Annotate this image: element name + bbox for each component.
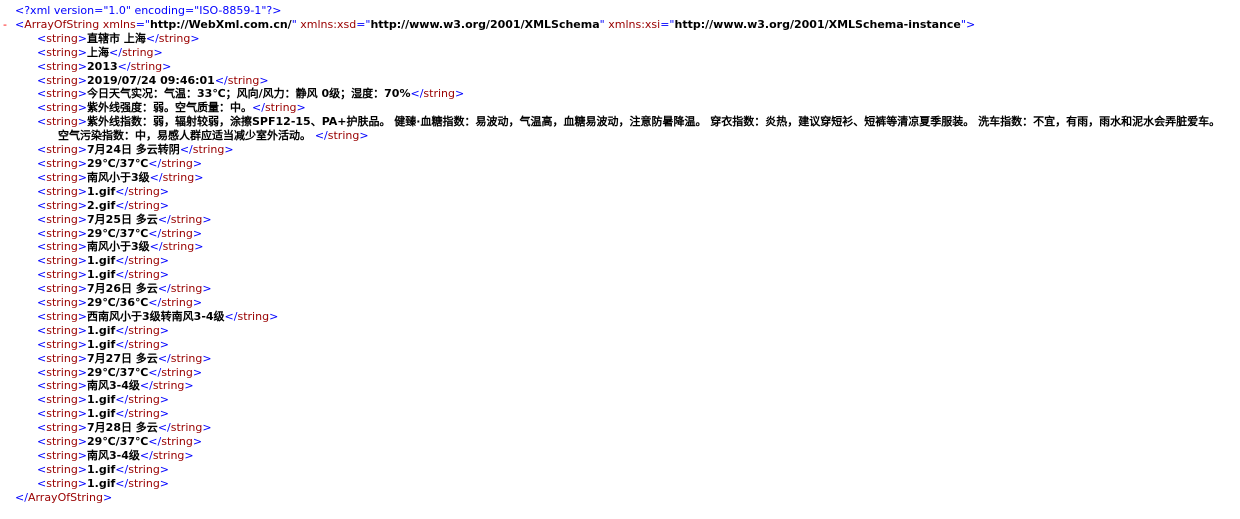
string-element: <string>2013</string> bbox=[37, 59, 172, 73]
string-element: <string>1.gif</string> bbox=[37, 407, 170, 421]
string-value: 29℃/37℃ bbox=[87, 435, 149, 449]
string-value: 29℃/37℃ bbox=[87, 365, 149, 379]
root-attribute: xmlns:xsd="http://www.w3.org/2001/XMLSch… bbox=[300, 17, 605, 31]
string-element: <string>今日天气实况：气温：33℃；风向/风力：静风 0级；湿度：70%… bbox=[37, 87, 465, 101]
string-value: 上海 bbox=[87, 45, 110, 59]
string-element: <string>直辖市 上海</string> bbox=[37, 31, 200, 45]
string-element: <string>1.gif</string> bbox=[37, 462, 170, 476]
string-element: <string>紫外线指数：弱，辐射较弱，涂擦SPF12-15、PA+护肤品。 … bbox=[37, 115, 1221, 143]
string-value: 1.gif bbox=[87, 323, 116, 337]
string-element: <string>7月28日 多云</string> bbox=[37, 421, 212, 435]
string-value: 南风小于3级 bbox=[87, 170, 150, 184]
string-value: 紫外线指数：弱，辐射较弱，涂擦SPF12-15、PA+护肤品。 健臻·血糖指数：… bbox=[58, 115, 1221, 143]
string-element: <string>29℃/37℃</string> bbox=[37, 435, 203, 449]
string-value: 7月27日 多云 bbox=[87, 351, 158, 365]
string-value: 直辖市 上海 bbox=[87, 31, 146, 45]
xml-document-view: <?xml version="1.0" encoding="ISO-8859-1… bbox=[0, 0, 1240, 505]
string-value: 1.gif bbox=[87, 393, 116, 407]
string-value: 1.gif bbox=[87, 184, 116, 198]
string-element: <string>7月26日 多云</string> bbox=[37, 282, 212, 296]
string-element: <string>1.gif</string> bbox=[37, 268, 170, 282]
string-value: 1.gif bbox=[87, 254, 116, 268]
string-value: 1.gif bbox=[87, 407, 116, 421]
string-element: <string>1.gif</string> bbox=[37, 476, 170, 490]
string-value: 29℃/37℃ bbox=[87, 156, 149, 170]
string-list: <string>直辖市 上海</string> <string>上海</strin… bbox=[0, 32, 1240, 491]
string-element: <string>29℃/37℃</string> bbox=[37, 365, 203, 379]
root-attribute: xmlns:xsi="http://www.w3.org/2001/XMLSch… bbox=[608, 17, 966, 31]
string-value: 7月24日 多云转阴 bbox=[87, 143, 180, 157]
string-element: <string>南风小于3级</string> bbox=[37, 170, 204, 184]
string-element: <string>1.gif</string> bbox=[37, 254, 170, 268]
string-value: 南风3-4级 bbox=[87, 379, 140, 393]
root-tag-name: ArrayOfString bbox=[24, 17, 100, 31]
collapse-toggle[interactable]: - bbox=[3, 18, 15, 32]
string-element: <string>南风3-4级</string> bbox=[37, 449, 194, 462]
string-value: 今日天气实况：气温：33℃；风向/风力：静风 0级；湿度：70% bbox=[87, 87, 411, 101]
string-element: <string>29℃/37℃</string> bbox=[37, 156, 203, 170]
string-value: 1.gif bbox=[87, 337, 116, 351]
string-value: 1.gif bbox=[87, 476, 116, 490]
string-value: 南风小于3级 bbox=[87, 240, 150, 254]
root-open-tag: - <ArrayOfString xmlns="http://WebXml.com… bbox=[3, 17, 976, 32]
string-value: 29℃/36℃ bbox=[87, 296, 149, 310]
string-element: <string>1.gif</string> bbox=[37, 184, 170, 198]
string-value: 1.gif bbox=[87, 462, 116, 476]
string-element: <string>南风小于3级</string> bbox=[37, 240, 204, 254]
string-value: 2019/07/24 09:46:01 bbox=[87, 73, 215, 87]
string-value: 29℃/37℃ bbox=[87, 226, 149, 240]
string-element: <string>紫外线强度：弱。空气质量：中。</string> bbox=[37, 101, 306, 115]
string-element: <string>1.gif</string> bbox=[37, 323, 170, 337]
string-element: <string>7月25日 多云</string> bbox=[37, 212, 212, 226]
string-element: <string>7月27日 多云</string> bbox=[37, 351, 212, 365]
string-element: <string>7月24日 多云转阴</string> bbox=[37, 143, 234, 157]
string-value: 1.gif bbox=[87, 268, 116, 282]
root-attribute: xmlns="http://WebXml.com.cn/" bbox=[102, 17, 297, 31]
string-value: 紫外线强度：弱。空气质量：中。 bbox=[87, 101, 253, 115]
string-value: 7月26日 多云 bbox=[87, 282, 158, 296]
string-value: 2.gif bbox=[87, 198, 116, 212]
string-value: 西南风小于3级转南风3-4级 bbox=[87, 309, 225, 323]
string-element: <string>上海</string> bbox=[37, 45, 163, 59]
string-element: <string>2019/07/24 09:46:01</string> bbox=[37, 73, 269, 87]
string-element: <string>西南风小于3级转南风3-4级</string> bbox=[37, 309, 279, 323]
xml-declaration: <?xml version="1.0" encoding="ISO-8859-1… bbox=[15, 4, 282, 17]
root-close-tag: </ArrayOfString> bbox=[15, 490, 113, 504]
string-element: <string>29℃/36℃</string> bbox=[37, 296, 203, 310]
string-value: 7月25日 多云 bbox=[87, 212, 158, 226]
string-element: <string>2.gif</string> bbox=[37, 198, 170, 212]
string-element: <string>1.gif</string> bbox=[37, 337, 170, 351]
string-element: <string>南风3-4级</string> bbox=[37, 379, 194, 393]
string-element: <string>29℃/37℃</string> bbox=[37, 226, 203, 240]
string-value: 2013 bbox=[87, 59, 118, 73]
string-value: 南风3-4级 bbox=[87, 449, 140, 462]
string-value: 7月28日 多云 bbox=[87, 421, 158, 435]
string-element: <string>1.gif</string> bbox=[37, 393, 170, 407]
